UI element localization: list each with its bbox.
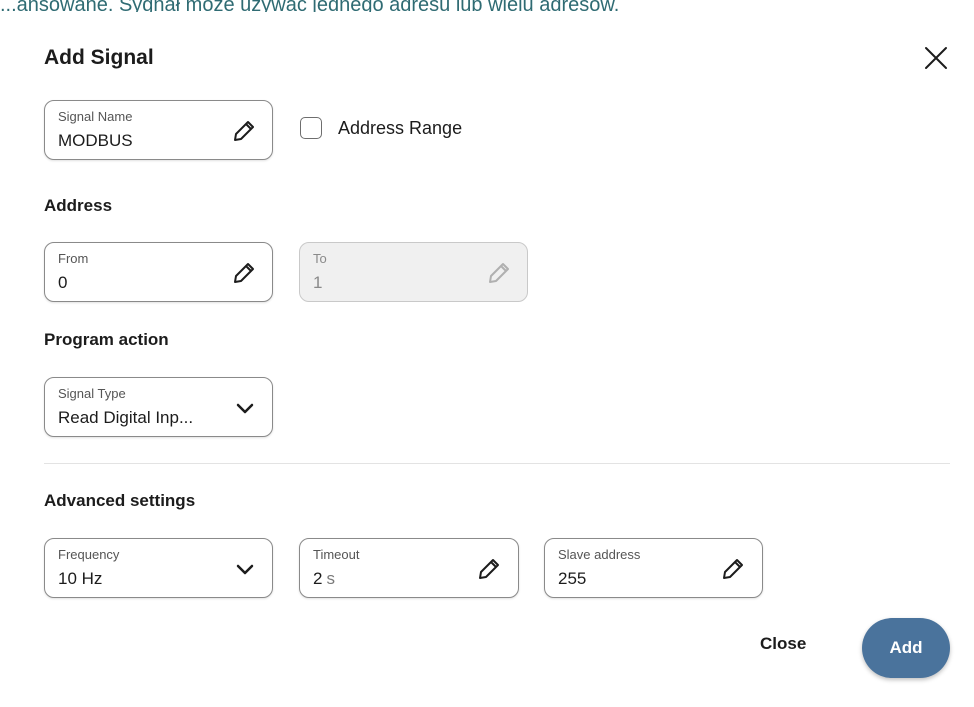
chevron-down-icon bbox=[236, 564, 254, 575]
signal-name-value: MODBUS bbox=[58, 131, 133, 150]
add-signal-dialog: Add Signal Signal Name MODBUS Address Ra… bbox=[8, 12, 974, 707]
pencil-icon[interactable] bbox=[476, 556, 502, 582]
frequency-label: Frequency bbox=[58, 547, 120, 562]
signal-type-select[interactable]: Signal Type Read Digital Inp... bbox=[44, 377, 273, 437]
address-from-value: 0 bbox=[58, 273, 68, 292]
timeout-value: 2s bbox=[313, 569, 335, 589]
pencil-icon[interactable] bbox=[231, 260, 257, 286]
advanced-settings-heading: Advanced settings bbox=[44, 491, 196, 510]
address-to-field: To 1 bbox=[299, 242, 528, 302]
section-divider bbox=[44, 463, 950, 464]
signal-name-label: Signal Name bbox=[58, 109, 133, 124]
chevron-down-icon bbox=[236, 403, 254, 414]
address-range-label: Address Range bbox=[338, 118, 463, 138]
add-button-label: Add bbox=[889, 638, 923, 657]
frequency-value: 10 Hz bbox=[58, 569, 103, 588]
slave-address-value: 255 bbox=[558, 569, 587, 588]
pencil-icon[interactable] bbox=[720, 556, 746, 582]
address-from-label: From bbox=[58, 251, 89, 266]
dialog-title: Add Signal bbox=[44, 46, 154, 69]
signal-name-field[interactable]: Signal Name MODBUS bbox=[44, 100, 273, 160]
address-to-label: To bbox=[313, 251, 327, 266]
address-from-field[interactable]: From 0 bbox=[44, 242, 273, 302]
address-heading: Address bbox=[44, 196, 113, 215]
signal-type-label: Signal Type bbox=[58, 386, 126, 401]
timeout-label: Timeout bbox=[313, 547, 360, 562]
close-icon[interactable] bbox=[922, 44, 950, 72]
program-action-heading: Program action bbox=[44, 330, 169, 349]
close-button[interactable]: Close bbox=[760, 634, 806, 654]
address-range-checkbox[interactable] bbox=[300, 117, 322, 139]
address-to-value: 1 bbox=[313, 273, 323, 292]
add-button[interactable]: Add bbox=[862, 618, 950, 678]
slave-address-label: Slave address bbox=[558, 547, 641, 562]
pencil-icon bbox=[489, 263, 509, 283]
timeout-number: 2 bbox=[313, 569, 323, 588]
timeout-field[interactable]: Timeout 2s bbox=[299, 538, 519, 598]
slave-address-field[interactable]: Slave address 255 bbox=[544, 538, 763, 598]
pencil-icon[interactable] bbox=[231, 118, 257, 144]
timeout-unit: s bbox=[326, 569, 335, 588]
signal-type-value: Read Digital Inp... bbox=[58, 408, 194, 427]
frequency-select[interactable]: Frequency 10 Hz bbox=[44, 538, 273, 598]
